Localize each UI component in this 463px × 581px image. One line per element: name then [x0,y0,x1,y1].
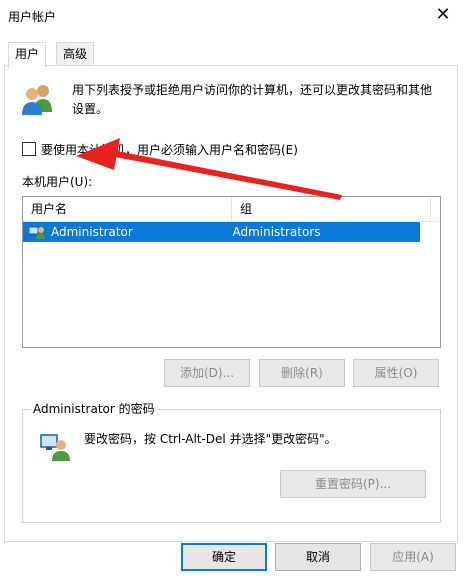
cancel-button[interactable]: 取消 [275,543,361,571]
password-group [22,409,441,523]
table-row[interactable]: Administrator Administrators [23,222,420,242]
tab-strip: 用户 高级 [0,42,463,67]
remove-user-button[interactable]: 删除(R) [259,359,345,387]
local-users-label: 本机用户(U): [22,175,93,189]
user-computer-icon [40,434,70,461]
require-login-label: 要使用本计算机，用户必须输入用户名和密码(E) [41,142,298,157]
group-cell: Administrators [232,225,321,239]
title-bar: 用户帐户 ✕ [0,0,463,32]
ok-button[interactable]: 确定 [181,543,267,571]
users-list[interactable]: 用户名 组 Administrator Administrators [22,196,441,348]
username-cell: Administrator [23,225,224,239]
password-instructions: 要改密码，按 Ctrl-Alt-Del 并选择"更改密码"。 [84,432,337,446]
list-header: 用户名 组 [23,197,440,222]
column-header-username[interactable]: 用户名 [23,197,232,221]
column-header-group[interactable]: 组 [232,197,431,221]
username-text: Administrator [51,225,133,239]
properties-button[interactable]: 属性(O) [353,359,439,387]
intro-text: 用下列表授予或拒绝用户访问你的计算机，还可以更改其密码和其他设置。 [72,83,433,116]
close-icon[interactable]: ✕ [431,4,455,26]
require-login-option[interactable]: 要使用本计算机，用户必须输入用户名和密码(E) [22,140,298,158]
reset-password-button[interactable]: 重置密码(P)... [280,470,426,498]
apply-button[interactable]: 应用(A) [370,543,456,571]
window-title: 用户帐户 [8,10,57,24]
add-user-button[interactable]: 添加(D)... [164,359,250,387]
user-icon [29,226,45,239]
require-login-checkbox[interactable] [22,142,36,156]
tab-users[interactable]: 用户 [8,42,47,67]
password-group-title: Administrator 的密码 [30,400,158,417]
tab-advanced[interactable]: 高级 [56,42,95,65]
users-icon [22,85,52,115]
